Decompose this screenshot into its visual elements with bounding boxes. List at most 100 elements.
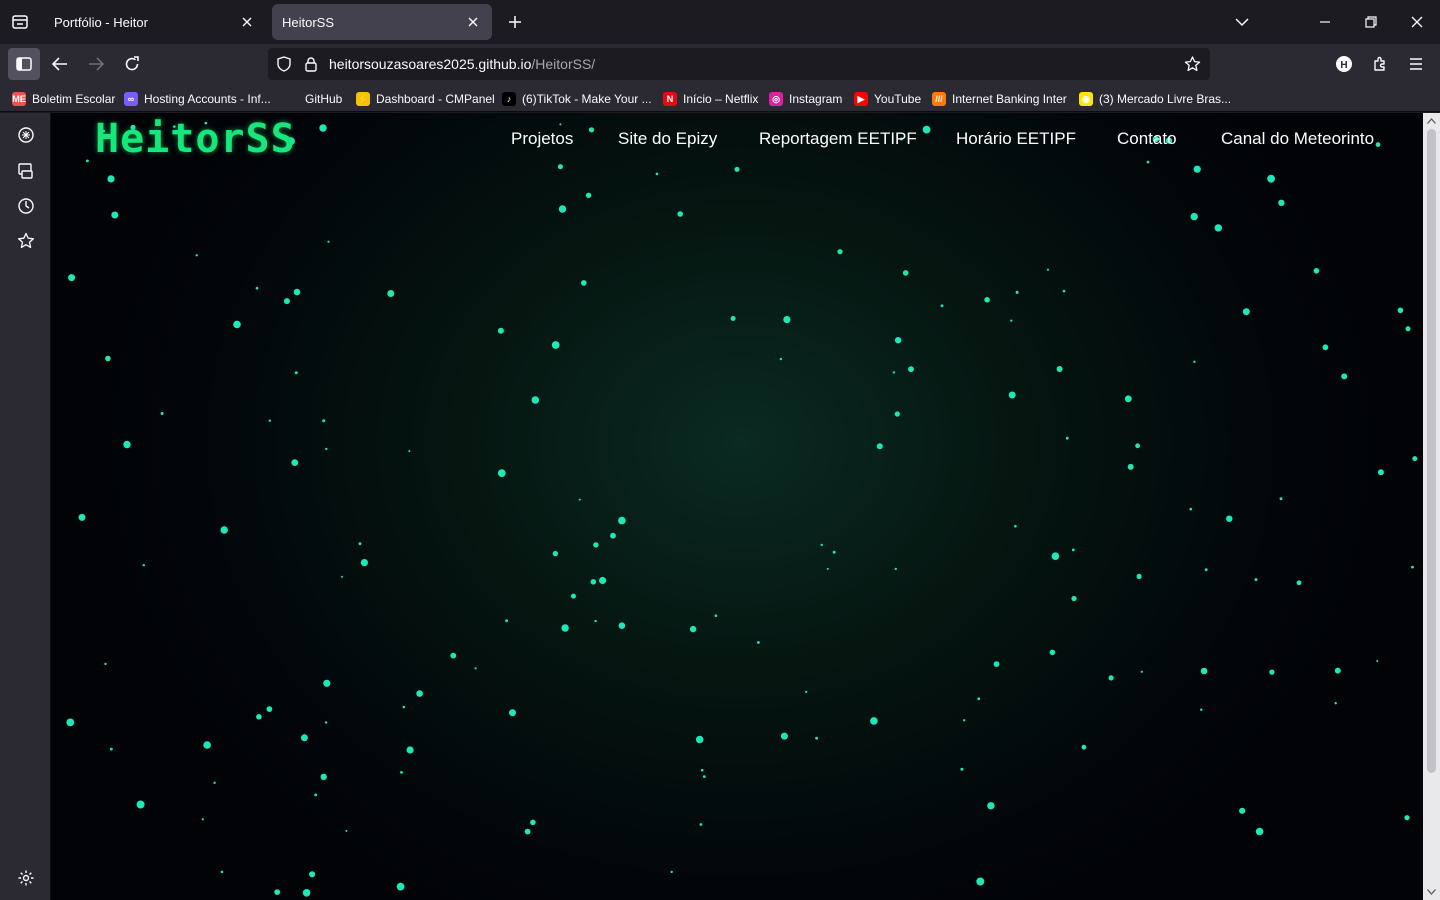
extensions-icon[interactable] [1364, 48, 1396, 80]
page-scrollbar[interactable] [1423, 113, 1440, 900]
bookmark-item[interactable]: ME Boletim Escolar [12, 90, 115, 108]
particle-dot [320, 773, 327, 781]
restore-icon[interactable] [1359, 10, 1383, 34]
particle-dot [220, 870, 224, 874]
particle-dot [561, 624, 569, 632]
forward-icon[interactable] [80, 48, 112, 80]
minimize-icon[interactable] [1313, 10, 1337, 34]
particle-dot [1200, 708, 1203, 711]
url-text[interactable]: heitorsouzasoares2025.github.io/HeitorSS… [329, 56, 595, 72]
particle-dot [908, 366, 914, 373]
scroll-down-icon[interactable] [1426, 887, 1437, 897]
bookmarks-star-icon[interactable] [14, 229, 38, 253]
lock-icon[interactable] [301, 54, 321, 74]
particle-dot [894, 567, 897, 571]
particle-dot [1204, 568, 1208, 572]
bookmark-item[interactable]: GitHub [285, 90, 342, 108]
particle-dot [551, 341, 560, 349]
close-icon[interactable] [238, 13, 256, 31]
bookmark-item[interactable]: N Início – Netflix [663, 90, 758, 108]
particle-dot [1214, 224, 1223, 232]
particle-dot [730, 316, 736, 321]
bookmark-item[interactable]: /// Internet Banking Inter [932, 90, 1067, 108]
bookmark-item[interactable]: ∞ Hosting Accounts - Inf... [124, 90, 271, 108]
particle-dot [559, 123, 562, 126]
nav-link-projetos[interactable]: Projetos [511, 129, 573, 149]
particle-dot [201, 818, 204, 821]
particle-dot [1411, 565, 1414, 569]
particle-dot [689, 625, 697, 633]
particle-dot [1226, 515, 1233, 522]
particle-dot [1189, 507, 1193, 511]
web-page: HeitorSS Projetos Site do Epizy Reportag… [51, 113, 1423, 900]
tab-list-icon[interactable] [8, 10, 32, 34]
particle-dot [160, 412, 164, 415]
particle-dot [111, 211, 119, 219]
particle-dot [1108, 675, 1114, 681]
particle-dot [578, 498, 581, 501]
particle-dot [266, 706, 273, 712]
particle-dot [1200, 667, 1208, 675]
particle-dot [1065, 436, 1069, 440]
bookmark-item[interactable]: ◎ Instagram [769, 90, 842, 108]
close-window-icon[interactable] [1405, 10, 1429, 34]
chevron-down-icon[interactable] [1230, 10, 1254, 34]
particle-dot [530, 819, 536, 826]
synced-tabs-icon[interactable] [14, 159, 38, 183]
sidebar-toggle-icon[interactable] [8, 48, 40, 80]
particle-dot [714, 614, 718, 617]
particle-dot [1405, 326, 1411, 332]
close-icon[interactable] [464, 13, 482, 31]
bookmark-label: YouTube [874, 92, 922, 106]
particle-dot [110, 747, 113, 751]
particle-dot [1046, 268, 1049, 271]
site-logo[interactable]: HeitorSS [95, 116, 296, 162]
history-icon[interactable] [14, 194, 38, 218]
particle-dot [524, 828, 531, 835]
particle-dot [416, 690, 423, 697]
particle-dot [734, 166, 740, 172]
tab-strip: Portfólio - Heitor HeitorSS [0, 0, 1440, 44]
tab-heitorss[interactable]: HeitorSS [272, 4, 492, 40]
particle-dot [922, 125, 931, 134]
particle-dot [256, 714, 262, 720]
new-tab-button[interactable] [504, 10, 526, 34]
nav-link-site-epizy[interactable]: Site do Epizy [618, 129, 717, 149]
bookmark-star-icon[interactable] [1182, 54, 1202, 74]
nav-link-horario[interactable]: Horário EETIPF [956, 129, 1076, 149]
account-avatar-icon[interactable]: H [1328, 48, 1360, 80]
bookmark-item[interactable]: ▶ YouTube [854, 90, 921, 108]
menu-icon[interactable] [1400, 48, 1432, 80]
shield-icon[interactable] [274, 54, 294, 74]
particle-dot [588, 127, 595, 133]
scroll-up-icon[interactable] [1426, 116, 1437, 126]
tab-portfolio[interactable]: Portfólio - Heitor [44, 4, 266, 40]
mercadolivre-favicon-icon: ◉ [1079, 92, 1093, 106]
gear-icon[interactable] [14, 866, 38, 890]
url-host: heitorsouzasoares2025.github.io [329, 56, 532, 72]
url-bar[interactable]: heitorsouzasoares2025.github.io/HeitorSS… [268, 48, 1210, 80]
bookmark-item[interactable]: ⚡ Dashboard - CMPanel [356, 90, 495, 108]
particle-dot [387, 290, 395, 297]
nav-link-canal-meteorinto[interactable]: Canal do Meteorinto [1221, 129, 1374, 149]
particle-dot [300, 734, 308, 742]
nav-link-contato[interactable]: Contato [1117, 129, 1177, 149]
bookmark-label: Início – Netflix [683, 92, 759, 106]
reload-icon[interactable] [116, 48, 148, 80]
particle-dot [203, 741, 211, 749]
browser-sidebar [0, 113, 51, 900]
scroll-thumb[interactable] [1427, 129, 1436, 773]
bolt-favicon-icon: ⚡ [356, 92, 370, 106]
github-favicon-icon [285, 92, 299, 106]
ai-chatbot-icon[interactable] [14, 123, 38, 147]
particle-dot [590, 579, 597, 585]
bookmark-item[interactable]: ◉ (3) Mercado Livre Bras... [1079, 90, 1231, 108]
particle-dot [78, 513, 86, 521]
particle-dot [1377, 469, 1384, 476]
bookmark-item[interactable]: ♪ (6)TikTok - Make Your ... [502, 90, 652, 108]
particle-dot [105, 355, 111, 362]
back-icon[interactable] [44, 48, 76, 80]
nav-link-reportagem[interactable]: Reportagem EETIPF [759, 129, 917, 149]
particle-dot [780, 732, 788, 740]
particle-dot [779, 357, 783, 361]
